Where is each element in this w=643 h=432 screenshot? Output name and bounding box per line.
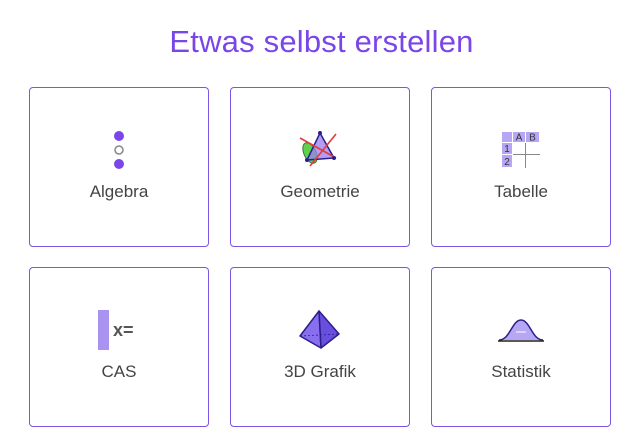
page-title: Etwas selbst erstellen [169, 24, 474, 59]
algebra-icon [30, 126, 208, 174]
table-col-b-text: B [529, 133, 536, 144]
app-label-geometry: Geometrie [280, 182, 360, 201]
3d-graphics-icon [231, 306, 409, 354]
table-row-1-text: 1 [504, 144, 510, 155]
app-card-cas[interactable]: x= CAS [29, 267, 209, 427]
app-card-geometry[interactable]: Geometrie [230, 87, 410, 247]
app-card-3d-graphics[interactable]: 3D Grafik [230, 267, 410, 427]
app-label-3d-graphics: 3D Grafik [284, 362, 356, 381]
table-col-a-text: A [516, 133, 523, 144]
app-card-spreadsheet[interactable]: A B 1 2 Tabelle [431, 87, 611, 247]
statistics-icon [432, 306, 610, 354]
app-label-statistics: Statistik [491, 362, 551, 381]
cas-icon: x= [30, 306, 208, 354]
page: Etwas selbst erstellen Algebra Geometrie… [0, 0, 643, 432]
spreadsheet-icon: A B 1 2 [432, 126, 610, 174]
app-card-statistics[interactable]: Statistik [431, 267, 611, 427]
geometry-icon [231, 126, 409, 174]
cas-symbol-text: x= [113, 320, 134, 340]
app-label-algebra: Algebra [89, 182, 149, 201]
table-row-2-text: 2 [504, 157, 510, 168]
app-label-cas: CAS [101, 362, 137, 381]
app-label-spreadsheet: Tabelle [494, 182, 548, 201]
app-card-algebra[interactable]: Algebra [29, 87, 209, 247]
